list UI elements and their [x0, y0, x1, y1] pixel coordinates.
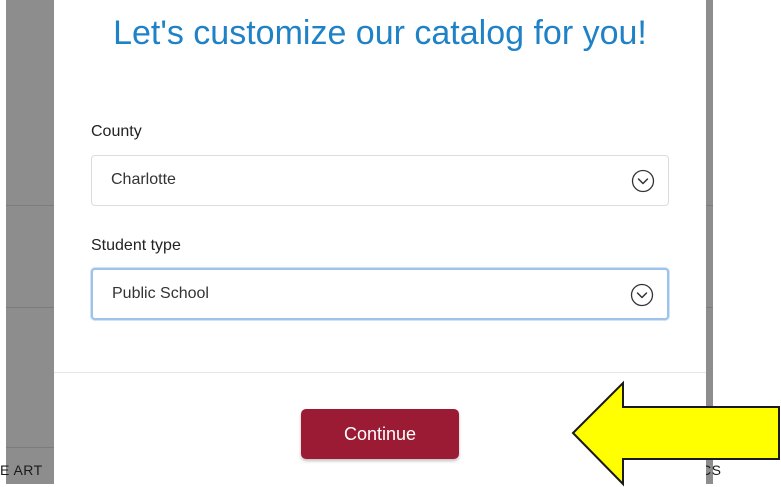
student-type-label: Student type [91, 237, 181, 254]
chevron-down-circle-icon [631, 169, 655, 193]
chevron-down-circle-icon [630, 283, 654, 307]
background-nav-text-left: E ART [0, 462, 43, 478]
county-select[interactable]: Charlotte [91, 155, 669, 206]
modal-title: Let's customize our catalog for you! [113, 14, 647, 52]
county-select-value: Charlotte [111, 171, 176, 188]
student-type-select[interactable]: Public School [91, 268, 669, 320]
student-type-select-value: Public School [112, 285, 209, 302]
continue-button[interactable]: Continue [301, 409, 459, 459]
arrow-left-icon [571, 380, 780, 487]
modal-footer-divider [54, 372, 706, 373]
county-label: County [91, 123, 142, 140]
